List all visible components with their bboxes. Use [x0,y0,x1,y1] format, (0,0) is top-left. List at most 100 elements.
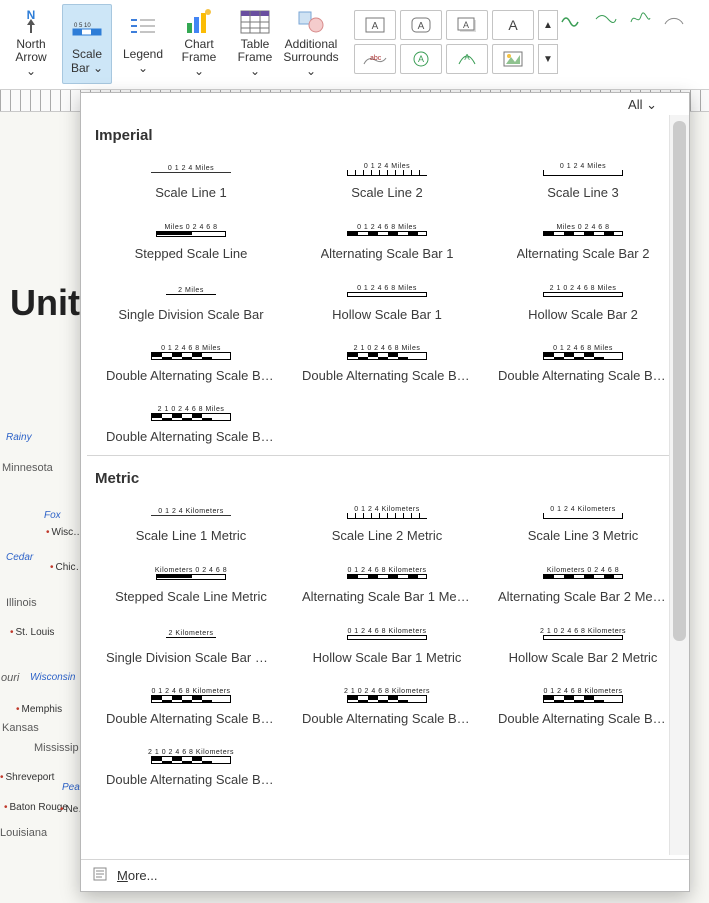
scale-bar-preview: 2 1 0 2 4 6 8 Miles [332,340,442,364]
scale-bar-preview: 0 1 2 4 6 8 Kilometers [332,622,442,646]
scale-bar-preview: 0 1 2 4 Kilometers [528,500,638,524]
scale-bar-option[interactable]: 2 1 0 2 4 6 8 MilesDouble Alternating Sc… [95,394,287,449]
path-style-arc[interactable] [662,10,692,40]
scale-bar-option[interactable]: 0 1 2 4 KilometersScale Line 1 Metric [95,493,287,548]
scale-bar-option[interactable]: 2 MilesSingle Division Scale Bar [95,272,287,327]
table-frame-button[interactable]: Table Frame ⌄ [230,4,280,84]
scale-bar-option-label: Double Alternating Scale Bar 2 M [302,711,472,726]
scale-bar-option[interactable]: 0 1 2 4 KilometersScale Line 2 Metric [291,493,483,548]
scale-bar-option[interactable]: Miles 0 2 4 6 8Alternating Scale Bar 2 [487,211,679,266]
text-style-rounded[interactable]: A [400,10,442,40]
gallery-up-icon[interactable]: ▲ [538,10,558,40]
scale-bar-option[interactable]: 0 1 2 4 6 8 KilometersDouble Alternating… [95,676,287,731]
scale-bar-option[interactable]: 2 1 0 2 4 6 8 KilometersDouble Alternati… [291,676,483,731]
scale-bar-option-label: Double Alternating Scale Bar 1 [106,368,276,383]
chart-frame-label: Chart Frame ⌄ [181,38,217,79]
state-label: ouri [1,672,19,684]
scrollbar[interactable] [669,115,689,855]
scale-bar-option[interactable]: 0 1 2 4 MilesScale Line 1 [95,150,287,205]
scale-bar-option-label: Double Alternating Scale Bar 3 M [498,711,668,726]
scale-bar-option[interactable]: 0 1 2 4 6 8 Kilometers Double Alternating… [487,676,679,731]
scale-bar-option-label: Double Alternating Scale Bar 2 [302,368,472,383]
scale-bar-option[interactable]: Miles 0 2 4 6 8Stepped Scale Line [95,211,287,266]
scale-bar-option-label: Hollow Scale Bar 2 [528,307,638,322]
scale-bar-option[interactable]: 2 1 0 2 4 6 8 KilometersHollow Scale Bar… [487,615,679,670]
scale-bar-option[interactable]: 2 1 0 2 4 6 8 KilometersDouble Alternati… [95,737,287,792]
scale-bar-preview: Miles 0 2 4 6 8 [528,218,638,242]
scale-bar-preview: 0 1 2 4 6 8 Kilometers [332,561,442,585]
scale-bar-preview: 2 1 0 2 4 6 8 Kilometers [528,622,638,646]
text-style-abc[interactable]: abc [354,44,396,74]
north-arrow-label: North Arrow ⌄ [13,38,49,79]
scale-bar-preview: Miles 0 2 4 6 8 [136,218,246,242]
text-style-gallery: A A A A abc A A [354,4,534,74]
more-link[interactable]: More... [117,868,157,883]
scale-bar-option-label: Scale Line 3 [547,185,619,200]
north-arrow-button[interactable]: N North Arrow ⌄ [6,4,56,84]
scale-bar-option[interactable]: 0 1 2 4 6 8 MilesAlternating Scale Bar 1 [291,211,483,266]
scale-bar-icon: 0 5 10 [70,12,104,46]
scale-bar-option-label: Scale Line 2 Metric [332,528,443,543]
legend-label: Legend ⌄ [123,48,163,76]
additional-surrounds-button[interactable]: Additional Surrounds ⌄ [286,4,336,84]
scale-bar-option-label: Double Alternating Scale Bar 3 [498,368,668,383]
scale-bar-preview: Kilometers 0 2 4 6 8 [136,561,246,585]
scale-bar-preview: 2 Miles [136,279,246,303]
category-header: Imperial [95,117,679,150]
scale-bar-option[interactable]: 0 1 2 4 MilesScale Line 2 [291,150,483,205]
page-title: Unit [10,282,80,324]
text-style-circle[interactable]: A [400,44,442,74]
table-frame-label: Table Frame ⌄ [237,38,273,79]
gallery-down-icon[interactable]: ▼ [538,44,558,74]
scale-bar-preview: 0 1 2 4 6 8 Miles [528,340,638,364]
gallery-body[interactable]: Imperial0 1 2 4 MilesScale Line 10 1 2 4… [81,117,689,859]
scale-bar-option[interactable]: 0 1 2 4 6 8 Miles Double Alternating Scal… [487,333,679,388]
scale-bar-option[interactable]: 0 1 2 4 Miles Scale Line 3 [487,150,679,205]
scale-bar-option-label: Hollow Scale Bar 1 [332,307,442,322]
text-style-arc[interactable]: A [446,44,488,74]
scale-bar-option-label: Scale Line 1 [155,185,227,200]
scale-bar-option[interactable]: 0 1 2 4 6 8 MilesDouble Alternating Scal… [95,333,287,388]
text-style-shadow[interactable]: A [446,10,488,40]
gallery-filter[interactable]: All ⌄ [628,97,657,113]
scale-bar-option[interactable]: 2 KilometersSingle Division Scale Bar Me… [95,615,287,670]
properties-icon [93,866,109,885]
scale-bar-option[interactable]: 0 1 2 4 6 8 KilometersHollow Scale Bar 1… [291,615,483,670]
text-style-nav: ▲ ▼ [538,4,558,74]
scale-bar-preview: 0 1 2 4 Miles [528,157,638,181]
river-label: Cedar [6,552,33,563]
scrollbar-thumb[interactable] [673,121,686,641]
scale-bar-option[interactable]: 2 1 0 2 4 6 8 Miles Double Alternating Sc… [291,333,483,388]
chart-frame-button[interactable]: Chart Frame ⌄ [174,4,224,84]
scale-bar-option[interactable]: Kilometers 0 2 4 6 8Stepped Scale Line M… [95,554,287,609]
scale-bar-option[interactable]: 0 1 2 4 KilometersScale Line 3 Metric [487,493,679,548]
ribbon: N North Arrow ⌄ 0 5 10 Scale Bar ⌄ Legen… [0,0,709,90]
state-label: Kansas [2,722,39,734]
text-style-rect[interactable]: A [354,10,396,40]
svg-text:A: A [418,54,424,64]
path-style-loops[interactable] [628,10,658,40]
legend-icon [126,12,160,46]
scale-bar-preview: 2 1 0 2 4 6 8 Miles [136,401,246,425]
scale-bar-preview: 2 1 0 2 4 6 8 Miles [528,279,638,303]
state-label: Illinois [6,597,37,609]
scale-bar-option-label: Scale Line 1 Metric [136,528,247,543]
scale-bar-option-label: Alternating Scale Bar 1 Metric [302,589,472,604]
scale-bar-gallery-dropdown: All ⌄ Imperial0 1 2 4 MilesScale Line 10… [80,92,690,892]
text-style-image[interactable] [492,44,534,74]
path-style-spiral[interactable] [594,10,624,40]
gallery-footer: More... [81,859,689,891]
scale-bar-option[interactable]: Kilometers 0 2 4 6 8Alternating Scale Ba… [487,554,679,609]
scale-bar-option[interactable]: 0 1 2 4 6 8 MilesHollow Scale Bar 1 [291,272,483,327]
scale-bar-preview: 0 1 2 4 6 8 Kilometers [528,683,638,707]
scale-bar-option[interactable]: 0 1 2 4 6 8 Kilometers Alternating Scale … [291,554,483,609]
state-label: Minnesota [2,462,53,474]
scale-bar-option[interactable]: 2 1 0 2 4 6 8 Miles Hollow Scale Bar 2 [487,272,679,327]
svg-text:A: A [463,20,469,30]
legend-button[interactable]: Legend ⌄ [118,4,168,84]
scale-bar-button[interactable]: 0 5 10 Scale Bar ⌄ [62,4,112,84]
scale-bar-preview: Kilometers 0 2 4 6 8 [528,561,638,585]
text-style-plain[interactable]: A [492,10,534,40]
path-style-wave[interactable] [560,10,590,40]
scale-bar-option-label: Single Division Scale Bar Metric [106,650,276,665]
